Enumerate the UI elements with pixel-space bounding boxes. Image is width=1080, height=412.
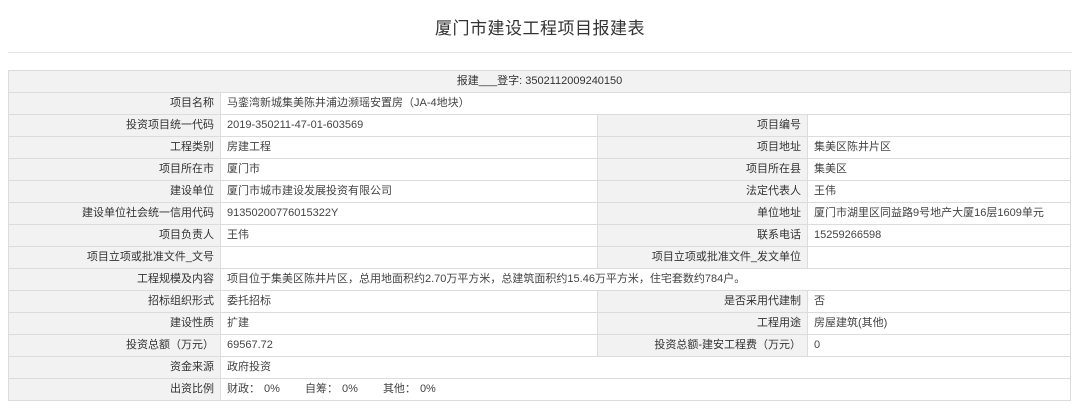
- table-row: 出资比例 财政： 0% 自筹： 0% 其他： 0%: [8, 378, 1072, 401]
- unit-address-label: 单位地址: [597, 202, 808, 225]
- scale-label: 工程规模及内容: [8, 268, 221, 291]
- location-value: 集美区陈井片区: [806, 136, 1072, 159]
- project-name-value: 马銮湾新城集美陈井浦边濒瑶安置房（JA-4地块）: [219, 92, 1072, 115]
- fund-source-label: 资金来源: [8, 356, 221, 379]
- table-row: 资金来源 政府投资: [8, 356, 1072, 379]
- scale-value: 项目位于集美区陈井片区，总用地面积约2.70万平方米，总建筑面积约15.46万平…: [219, 268, 1072, 291]
- ratio-value: 财政： 0% 自筹： 0% 其他： 0%: [219, 378, 1072, 401]
- ratio-other-value: 0%: [419, 383, 436, 395]
- legal-rep-label: 法定代表人: [597, 180, 808, 203]
- bidding-form-label: 招标组织形式: [8, 290, 221, 313]
- ratio-fiscal-value: 0%: [264, 383, 280, 395]
- manager-value: 王伟: [220, 224, 598, 247]
- approval-doc-label: 项目立项或批准文件_文号: [8, 246, 221, 269]
- approval-doc-value: [220, 246, 598, 269]
- project-no-value: [806, 114, 1072, 137]
- table-row: 建设单位 厦门市城市建设发展投资有限公司 法定代表人 王伟: [8, 180, 1072, 203]
- category-value: 房建工程: [220, 136, 598, 159]
- table-row: 建设性质 扩建 工程用途 房屋建筑(其他): [8, 312, 1072, 335]
- location-label: 项目地址: [597, 136, 808, 159]
- phone-label: 联系电话: [597, 224, 808, 247]
- agent-system-label: 是否采用代建制: [597, 290, 808, 313]
- install-cost-value: 0: [806, 334, 1072, 357]
- table-row: 项目名称 马銮湾新城集美陈井浦边濒瑶安置房（JA-4地块）: [8, 92, 1072, 115]
- credit-code-label: 建设单位社会统一信用代码: [8, 202, 221, 225]
- project-name-label: 项目名称: [8, 92, 221, 115]
- credit-code-value: 91350200776015322Y: [220, 202, 598, 225]
- table-row: 工程规模及内容 项目位于集美区陈井片区，总用地面积约2.70万平方米，总建筑面积…: [8, 268, 1072, 291]
- legal-rep-value: 王伟: [806, 180, 1072, 203]
- ratio-fiscal: 财政： 0%: [227, 383, 284, 395]
- builder-label: 建设单位: [8, 180, 221, 203]
- manager-label: 项目负责人: [8, 224, 221, 247]
- phone-value: 15259266598: [806, 224, 1072, 247]
- nature-value: 扩建: [220, 312, 598, 335]
- ratio-fiscal-label: 财政：: [227, 383, 260, 395]
- builder-value: 厦门市城市建设发展投资有限公司: [220, 180, 598, 203]
- county-label: 项目所在县: [597, 158, 808, 181]
- agent-system-value: 否: [806, 290, 1072, 313]
- invest-code-label: 投资项目统一代码: [8, 114, 221, 137]
- ratio-other-label: 其他：: [382, 383, 416, 395]
- usage-value: 房屋建筑(其他): [806, 312, 1072, 335]
- bidding-form-value: 委托招标: [220, 290, 598, 313]
- unit-address-value: 厦门市湖里区同益路9号地产大厦16层1609单元: [806, 202, 1072, 225]
- invest-code-value: 2019-350211-47-01-603569: [220, 114, 598, 137]
- approval-unit-label: 项目立项或批准文件_发文单位: [597, 246, 808, 269]
- page-title: 厦门市建设工程项目报建表: [435, 19, 645, 38]
- ratio-self: 自筹： 0%: [305, 383, 362, 395]
- total-invest-label: 投资总额（万元）: [8, 334, 221, 357]
- ratio-self-value: 0%: [341, 383, 358, 395]
- registration-number: 报建___登字: 3502112009240150: [7, 70, 1072, 93]
- table-row: 投资总额（万元） 69567.72 投资总额-建安工程费（万元） 0: [8, 334, 1072, 357]
- nature-label: 建设性质: [8, 312, 221, 335]
- city-value: 厦门市: [220, 158, 598, 181]
- ratio-self-label: 自筹：: [304, 383, 338, 395]
- table-row: 招标组织形式 委托招标 是否采用代建制 否: [8, 290, 1072, 313]
- ratio-other: 其他： 0%: [383, 383, 440, 395]
- city-label: 项目所在市: [8, 158, 221, 181]
- project-no-label: 项目编号: [597, 114, 808, 137]
- table-row: 工程类别 房建工程 项目地址 集美区陈井片区: [8, 136, 1072, 159]
- total-invest-value: 69567.72: [220, 334, 598, 357]
- table-header-row: 报建___登字: 3502112009240150: [7, 70, 1072, 93]
- table-row: 项目所在市 厦门市 项目所在县 集美区: [8, 158, 1072, 181]
- county-value: 集美区: [806, 158, 1072, 181]
- project-registration-table: 报建___登字: 3502112009240150 项目名称 马銮湾新城集美陈井…: [7, 70, 1072, 401]
- category-label: 工程类别: [8, 136, 221, 159]
- ratio-label: 出资比例: [8, 378, 221, 401]
- table-row: 投资项目统一代码 2019-350211-47-01-603569 项目编号: [8, 114, 1072, 137]
- install-cost-label: 投资总额-建安工程费（万元）: [597, 334, 808, 357]
- table-row: 建设单位社会统一信用代码 91350200776015322Y 单位地址 厦门市…: [8, 202, 1072, 225]
- table-row: 项目立项或批准文件_文号 项目立项或批准文件_发文单位: [8, 246, 1072, 269]
- approval-unit-value: [806, 246, 1072, 269]
- table-row: 项目负责人 王伟 联系电话 15259266598: [8, 224, 1072, 247]
- usage-label: 工程用途: [597, 312, 808, 335]
- title-divider: [8, 52, 1072, 53]
- fund-source-value: 政府投资: [219, 356, 1072, 379]
